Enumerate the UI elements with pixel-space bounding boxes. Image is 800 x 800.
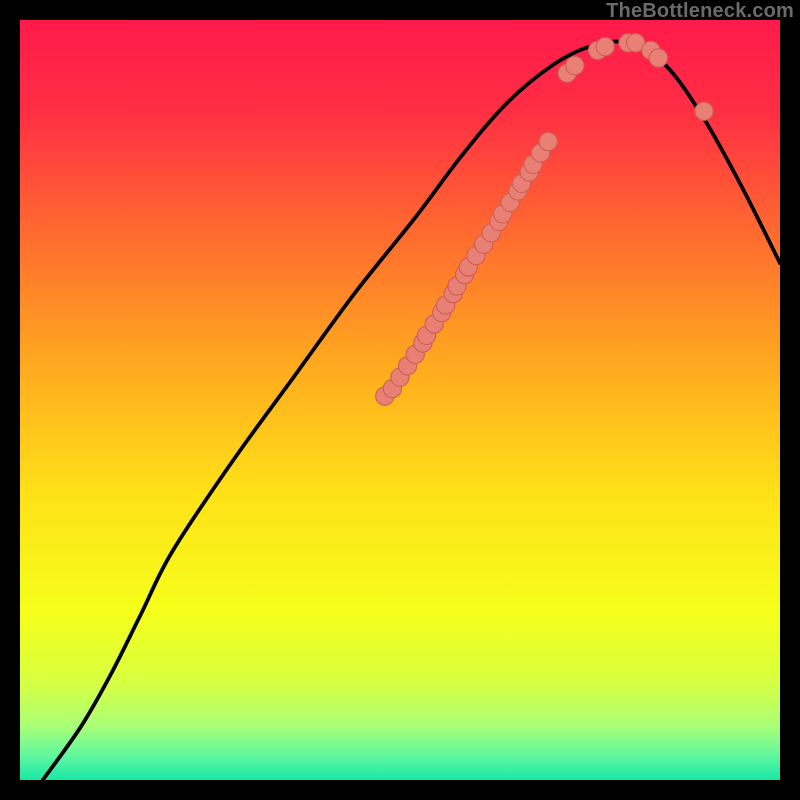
data-point: [539, 132, 557, 150]
bottleneck-curve: [43, 41, 780, 780]
data-point: [566, 56, 584, 74]
data-points: [376, 34, 713, 406]
curve-layer: [20, 20, 780, 780]
chart-container: TheBottleneck.com: [0, 0, 800, 800]
data-point: [649, 49, 667, 67]
data-point: [596, 37, 614, 55]
data-point: [695, 102, 713, 120]
plot-area: [20, 20, 780, 780]
